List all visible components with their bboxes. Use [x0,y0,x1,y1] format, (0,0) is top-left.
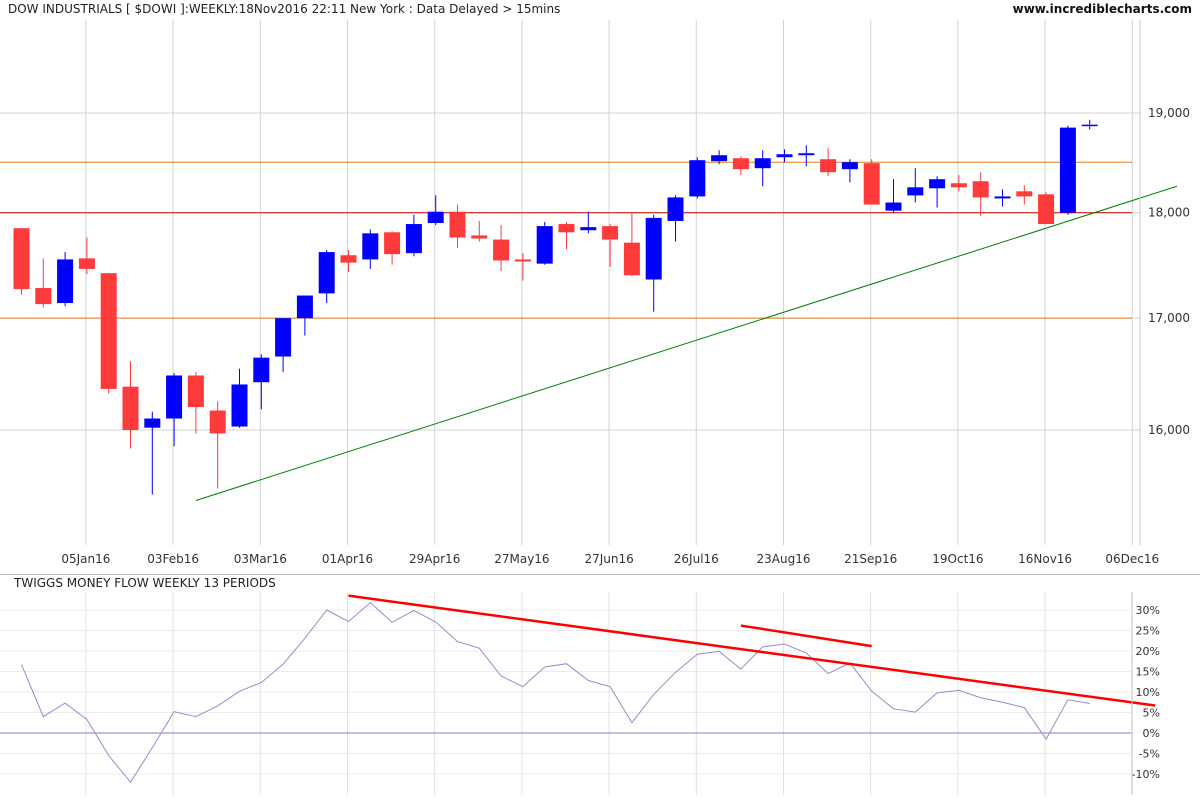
candle-body [514,259,531,262]
candle-body [166,375,183,419]
candle-body [820,159,837,173]
candle-body [1081,124,1098,127]
candle [13,228,30,295]
candle-body [405,224,422,254]
candle-body [471,235,488,239]
candle-body [449,211,466,238]
candle [1038,192,1055,225]
x-tick-label: 19Oct16 [932,552,983,566]
indicator-y-label: 10% [1136,686,1160,699]
candle-body [427,211,444,224]
x-tick-label: 29Apr16 [409,552,460,566]
candle-body [602,226,619,240]
candle-body [841,162,858,170]
y-tick-label: 16,000 [1148,423,1190,437]
candle [57,252,74,307]
candle-body [907,187,924,196]
candle-body [754,158,771,169]
candle-body [863,163,880,205]
x-tick-label: 03Feb16 [147,552,199,566]
candle-body [78,258,95,269]
candle-body [296,295,313,319]
x-tick-label: 01Apr16 [322,552,373,566]
candle-body [689,160,706,197]
y-tick-label: 18,000 [1148,206,1190,220]
indicator-y-label: 25% [1136,625,1160,638]
indicator-title: TWIGGS MONEY FLOW WEEKLY 13 PERIODS [13,576,276,590]
candle-body [645,217,662,280]
x-tick-label: 27May16 [494,552,549,566]
candle [1059,125,1076,215]
candle [863,159,880,205]
candle-body [972,181,989,198]
candle-body [1059,127,1076,213]
candle-body [144,418,161,428]
x-tick-label: 21Sep16 [844,552,897,566]
candle-body [667,197,684,221]
candle-body [13,228,30,290]
chart-title: DOW INDUSTRIALS [ $DOWI ]:WEEKLY:18Nov20… [8,2,560,16]
x-tick-label: 03Mar16 [234,552,287,566]
x-tick-label: 26Jul16 [674,552,719,566]
candle-body [362,233,379,260]
candle-body [253,357,270,383]
candle-body [100,273,117,389]
candle-body [57,259,74,304]
chart-root: DOW INDUSTRIALS [ $DOWI ]:WEEKLY:18Nov20… [0,0,1200,800]
candle-body [187,375,204,408]
candle-body [318,252,335,294]
candle-body [35,288,52,305]
indicator-y-label: 20% [1136,645,1160,658]
indicator-y-label: -10% [1132,768,1160,781]
candle [536,221,553,265]
y-tick-label: 19,000 [1148,106,1190,120]
candle [689,157,706,199]
candle-body [493,239,510,261]
x-tick-label: 23Aug16 [757,552,811,566]
candle-body [776,154,793,158]
candle-body [536,226,553,264]
candle-body [994,196,1011,199]
candle-body [209,410,226,434]
indicator-y-label: -5% [1139,748,1160,761]
candle-body [558,224,575,233]
indicator-y-label: 0% [1143,727,1160,740]
candle-body [340,255,357,263]
candle-body [1038,194,1055,225]
candle-body [798,153,815,156]
candle-body [231,384,248,427]
x-tick-label: 06Dec16 [1105,552,1159,566]
candle-body [950,183,967,188]
candle-body [275,318,292,357]
candle-body [384,232,401,255]
indicator-y-label: 30% [1136,604,1160,617]
x-tick-label: 05Jan16 [61,552,110,566]
candle-body [929,179,946,189]
y-tick-label: 17,000 [1148,311,1190,325]
indicator-y-label: 5% [1143,707,1160,720]
candle-body [732,158,749,170]
x-tick-label: 27Jun16 [584,552,633,566]
indicator-y-label: 15% [1136,666,1160,679]
candle-body [122,386,139,430]
candle [100,273,117,394]
x-tick-label: 16Nov16 [1018,552,1072,566]
website-label: www.incrediblecharts.com [1013,2,1192,16]
candle-body [580,227,597,231]
chart-svg: DOW INDUSTRIALS [ $DOWI ]:WEEKLY:18Nov20… [0,0,1200,800]
candle-body [885,202,902,211]
candle-body [711,155,728,162]
candle-body [623,242,640,276]
candle-body [1016,191,1033,197]
